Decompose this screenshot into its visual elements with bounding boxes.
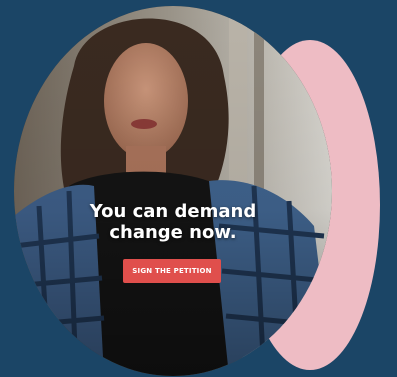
hero-photo (14, 6, 332, 376)
petition-banner: You can demand change now. SIGN THE PETI… (0, 0, 397, 377)
woman-portrait-photo (14, 6, 332, 376)
headline: You can demand change now. (89, 201, 257, 243)
sign-petition-button[interactable]: SIGN THE PETITION (123, 259, 221, 283)
